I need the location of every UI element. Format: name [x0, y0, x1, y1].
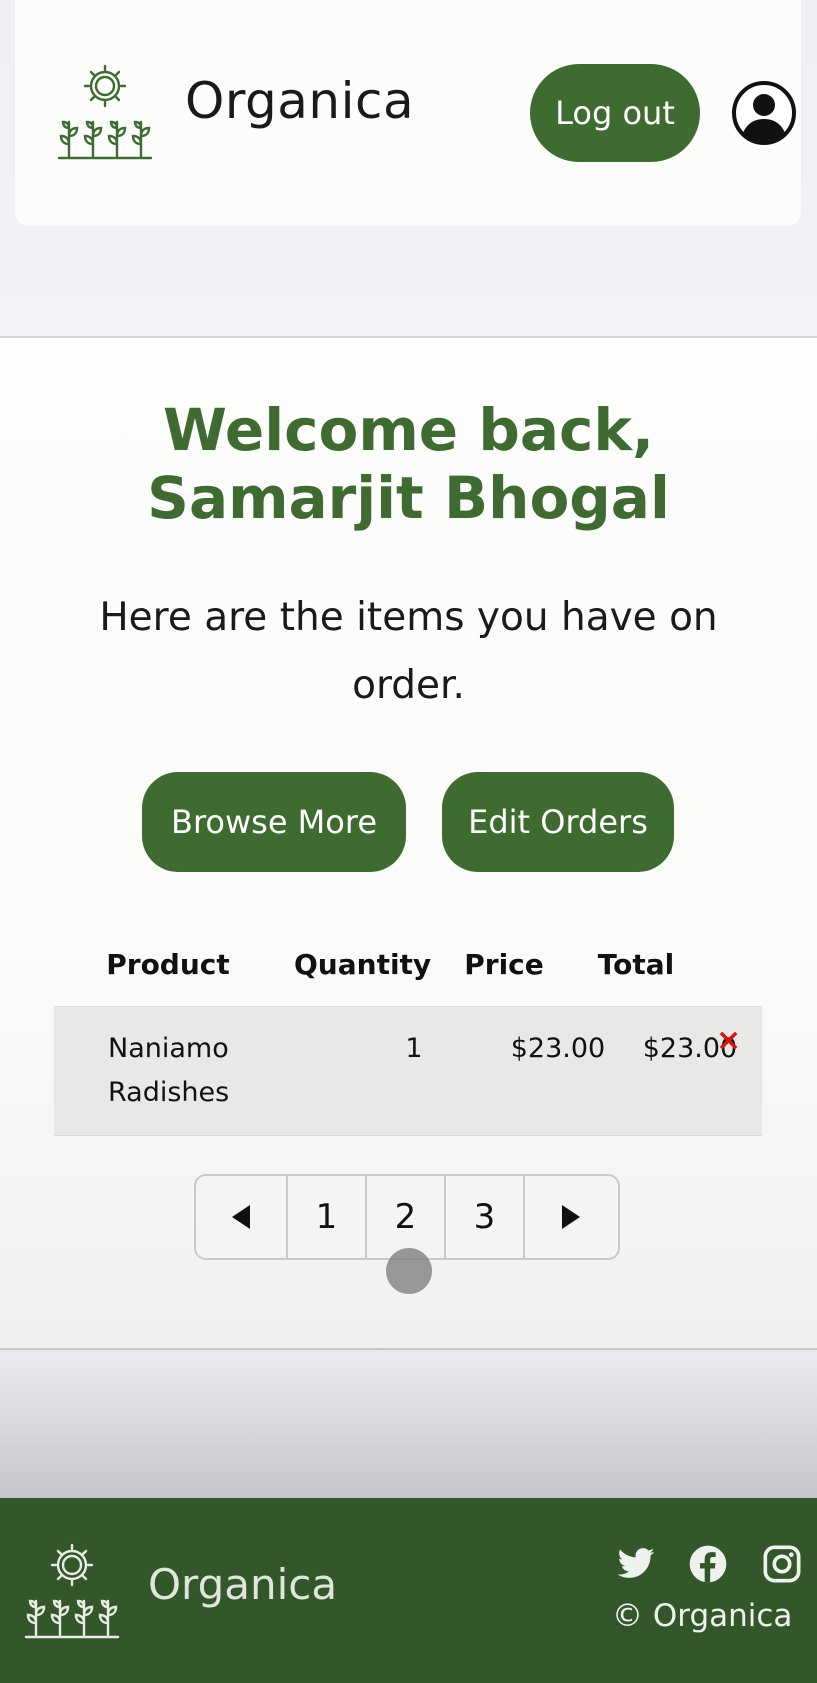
- product-cell: Naniamo Radishes: [108, 1027, 229, 1115]
- brand-title[interactable]: Organica: [185, 72, 414, 130]
- column-header-product: Product: [106, 948, 230, 981]
- table-row: Naniamo Radishes 1 $23.00 $23.00 ×: [54, 1006, 762, 1136]
- next-page-button[interactable]: [525, 1176, 617, 1258]
- previous-page-button[interactable]: [196, 1176, 288, 1258]
- page-button-2[interactable]: 2: [367, 1176, 446, 1258]
- product-name-line: Naniamo: [108, 1033, 229, 1064]
- instagram-icon[interactable]: [762, 1544, 802, 1584]
- orders-subtitle: Here are the items you have on order.: [80, 584, 737, 720]
- user-circle-icon[interactable]: [731, 80, 797, 146]
- welcome-heading: Welcome back, Samarjit Bhogal: [0, 396, 817, 532]
- facebook-icon[interactable]: [688, 1544, 728, 1584]
- twitter-icon[interactable]: [616, 1544, 656, 1584]
- remove-item-icon[interactable]: ×: [716, 1023, 741, 1058]
- product-name-line: Radishes: [108, 1077, 230, 1108]
- footer-brand[interactable]: Organica: [148, 1560, 337, 1609]
- subtitle-line: order.: [352, 663, 465, 708]
- page-button-3[interactable]: 3: [446, 1176, 525, 1258]
- site-footer: Organica © Organica: [0, 1498, 817, 1683]
- caret-right-icon: [562, 1205, 580, 1229]
- touch-indicator: [386, 1248, 432, 1294]
- logout-button[interactable]: Log out: [530, 64, 700, 162]
- user-name: Samarjit Bhogal: [147, 464, 670, 532]
- sun-sprouts-icon[interactable]: [22, 1543, 122, 1643]
- orders-panel: Welcome back, Samarjit Bhogal Here are t…: [0, 336, 817, 1350]
- column-header-price: Price: [464, 948, 544, 981]
- edit-orders-button[interactable]: Edit Orders: [442, 772, 674, 872]
- welcome-line: Welcome back,: [163, 396, 654, 464]
- page-button-1[interactable]: 1: [288, 1176, 367, 1258]
- site-header: Organica Log out: [15, 0, 801, 226]
- subtitle-line: Here are the items you have on: [99, 595, 718, 640]
- copyright-text: © Organica: [612, 1598, 793, 1634]
- column-header-total: Total: [597, 948, 675, 981]
- caret-left-icon: [232, 1205, 250, 1229]
- browse-more-button[interactable]: Browse More: [142, 772, 406, 872]
- sun-sprouts-icon[interactable]: [55, 64, 155, 164]
- total-cell: $23.00: [584, 1027, 796, 1071]
- column-header-quantity: Quantity: [294, 948, 432, 981]
